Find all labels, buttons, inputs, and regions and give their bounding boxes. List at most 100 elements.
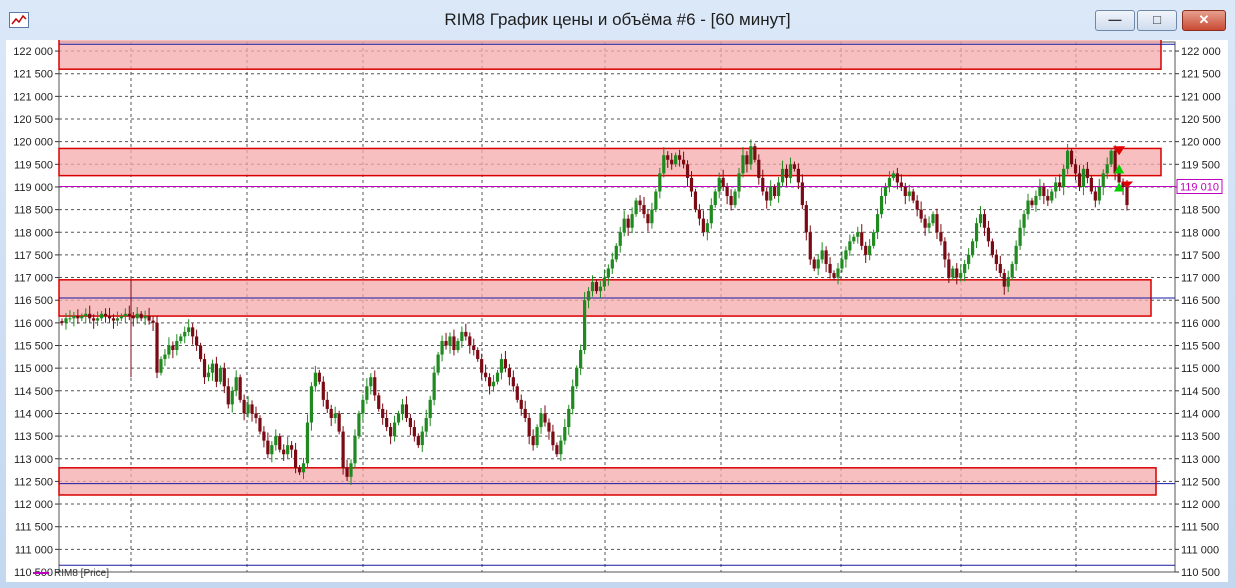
candle (519, 394, 523, 416)
zone-rect[interactable] (58, 467, 1157, 496)
y-tick-label-right: 121 500 (1181, 69, 1221, 81)
y-tick-label-right: 111 000 (1181, 544, 1219, 556)
minimize-button[interactable]: — (1095, 10, 1135, 31)
candle-body (491, 381, 496, 387)
candle (309, 382, 314, 431)
candle (416, 433, 420, 448)
candle-body (856, 232, 860, 237)
candle-body (76, 316, 80, 319)
candle-body (333, 413, 337, 418)
candle (353, 429, 357, 469)
candle-body (99, 313, 104, 319)
candle (804, 201, 808, 241)
candle-body (84, 313, 88, 317)
y-tick-label-left: 112 500 (14, 476, 53, 488)
close-button[interactable]: ✕ (1182, 10, 1226, 31)
candle (305, 414, 310, 468)
y-tick-label-right: 112 000 (1181, 499, 1220, 511)
candle (998, 255, 1002, 278)
candle (452, 329, 456, 356)
candle (551, 424, 555, 451)
candle (210, 359, 215, 381)
candle-body (1093, 191, 1097, 201)
candle (527, 413, 531, 445)
candle (60, 318, 64, 326)
candle-body (547, 422, 551, 432)
candle-body (1030, 200, 1034, 206)
candle (476, 347, 480, 362)
candle (567, 404, 571, 436)
candle (440, 335, 444, 362)
candle (373, 370, 377, 401)
candle (1093, 186, 1097, 208)
candle (187, 319, 191, 336)
legend: RIM8 [Price] (33, 568, 109, 582)
maximize-button[interactable]: □ (1137, 10, 1177, 31)
candle (875, 208, 880, 240)
candle (555, 442, 559, 457)
candle-body (64, 318, 68, 323)
candle-body (313, 372, 317, 387)
y-tick-label-right: 116 500 (1181, 295, 1220, 307)
title-bar[interactable]: RIM8 График цены и объёма #6 - [60 минут… (0, 0, 1235, 40)
candle (226, 378, 230, 409)
candle (1026, 193, 1030, 220)
candle (464, 323, 468, 341)
candle-body (309, 386, 314, 423)
candle (179, 333, 183, 344)
candle (816, 254, 820, 276)
candle-body (796, 168, 800, 183)
candle-body (107, 316, 112, 319)
candle-body (139, 313, 143, 319)
candle-body (955, 268, 959, 278)
price-chart[interactable]: 122 000 121 500 121 000 120 500 120 000 119 5… (6, 34, 1228, 582)
candle-body (198, 345, 203, 360)
candle-body (1046, 196, 1050, 201)
candle-body (543, 413, 547, 423)
candle-body (286, 445, 290, 455)
candle (444, 332, 448, 350)
candle (218, 365, 222, 385)
candle (198, 342, 203, 362)
candle-body (1117, 173, 1121, 183)
candle (290, 441, 294, 458)
zone-rect[interactable] (58, 147, 1162, 177)
candle-body (741, 155, 745, 174)
candle-body (800, 182, 804, 206)
candle-body (123, 313, 127, 317)
candle-body (131, 316, 135, 319)
candle (392, 415, 397, 442)
candle (317, 369, 321, 385)
candle-body (693, 191, 698, 210)
chart-area[interactable]: 122 000 121 500 121 000 120 500 120 000 119 5… (6, 34, 1228, 582)
candle-body (784, 168, 789, 178)
candle-body (1097, 186, 1101, 201)
candle-body (202, 359, 207, 378)
candle-body (757, 159, 761, 178)
candle (222, 362, 226, 394)
candle-body (761, 177, 765, 192)
candle-body (305, 422, 310, 464)
candle (495, 369, 500, 385)
candle (832, 270, 836, 281)
candle-body (1038, 186, 1042, 197)
candle-body (943, 241, 947, 260)
candle-body (179, 336, 183, 341)
y-tick-label-right: 118 500 (1181, 205, 1220, 217)
y-tick-label-left: 114 000 (14, 408, 53, 420)
y-tick-label-right: 115 500 (1181, 341, 1220, 353)
candle-body (1101, 173, 1105, 187)
candle (151, 316, 155, 332)
candle (337, 410, 341, 435)
y-tick-label-left: 115 500 (14, 341, 53, 353)
candle-body (1081, 168, 1086, 187)
candle-body (622, 218, 626, 233)
candle (693, 188, 698, 213)
candle-body (301, 463, 306, 473)
candle-body (729, 196, 733, 206)
candle-body (749, 146, 753, 165)
candle-body (92, 318, 96, 321)
candle-body (630, 214, 634, 228)
candle-body (638, 200, 642, 206)
candle (396, 410, 401, 426)
